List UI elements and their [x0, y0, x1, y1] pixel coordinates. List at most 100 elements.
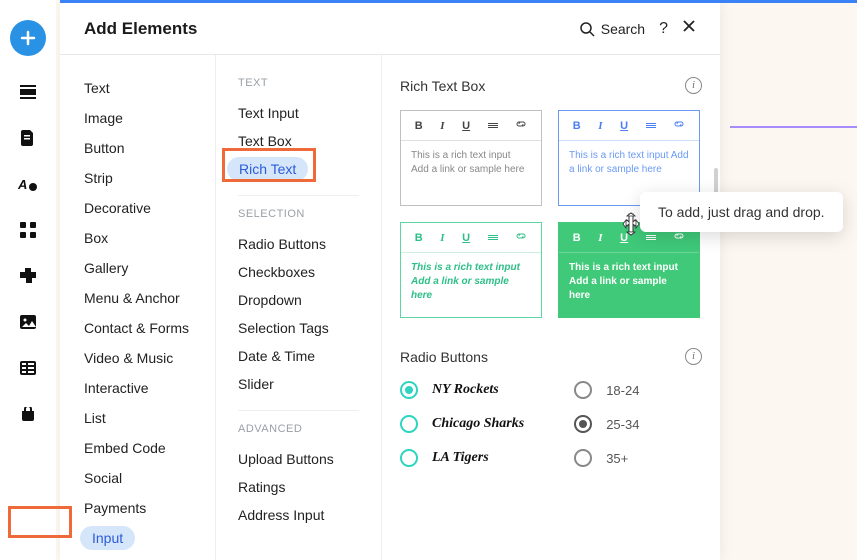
category-decorative[interactable]: Decorative	[60, 193, 215, 223]
thumb-text: This is a rich text inputAdd a link or s…	[401, 141, 541, 205]
subcategory-column: TEXT Text Input Text Box Rich Text SELEC…	[216, 55, 382, 560]
sub-address-input[interactable]: Address Input	[216, 501, 381, 529]
text-style-icon[interactable]: A	[18, 174, 38, 194]
category-embed-code[interactable]: Embed Code	[60, 433, 215, 463]
divider	[238, 410, 359, 411]
rich-text-thumb-1[interactable]: B I U This is a rich text inputAdd a lin…	[400, 110, 542, 206]
italic-icon: I	[440, 120, 444, 132]
bold-icon: B	[415, 120, 423, 132]
radio-title: Radio Buttons	[400, 349, 488, 365]
search-icon	[579, 21, 595, 37]
media-icon[interactable]	[18, 312, 38, 332]
underline-icon: U	[620, 120, 628, 132]
divider	[238, 195, 359, 196]
category-gallery[interactable]: Gallery	[60, 253, 215, 283]
category-video-music[interactable]: Video & Music	[60, 343, 215, 373]
radio-group-a[interactable]: NY Rockets Chicago Sharks LA Tigers	[400, 381, 524, 467]
apps-icon[interactable]	[18, 220, 38, 240]
radio-icon	[574, 415, 592, 433]
svg-text:A: A	[18, 177, 27, 192]
radio-label: NY Rockets	[432, 382, 499, 398]
section-label-selection: SELECTION	[216, 208, 381, 230]
sub-date-time[interactable]: Date & Time	[216, 342, 381, 370]
sub-dropdown[interactable]: Dropdown	[216, 286, 381, 314]
sub-slider[interactable]: Slider	[216, 370, 381, 398]
radio-label: 35+	[606, 451, 628, 466]
category-image[interactable]: Image	[60, 103, 215, 133]
underline-icon: U	[462, 232, 470, 244]
bold-icon: B	[573, 120, 581, 132]
category-text[interactable]: Text	[60, 73, 215, 103]
link-icon	[673, 230, 685, 245]
category-strip[interactable]: Strip	[60, 163, 215, 193]
bold-icon: B	[573, 232, 581, 244]
align-icon	[488, 235, 498, 240]
radio-group-b[interactable]: 18-24 25-34 35+	[574, 381, 639, 467]
drag-tooltip: To add, just drag and drop.	[640, 192, 843, 232]
store-icon[interactable]	[18, 404, 38, 424]
align-icon	[646, 235, 656, 240]
add-elements-button[interactable]	[10, 20, 46, 56]
category-menu-anchor[interactable]: Menu & Anchor	[60, 283, 215, 313]
radio-label: LA Tigers	[432, 450, 489, 466]
category-column: Text Image Button Strip Decorative Box G…	[60, 55, 216, 560]
category-social[interactable]: Social	[60, 463, 215, 493]
add-elements-panel: Add Elements Search ? Text Image Button …	[60, 3, 720, 560]
rich-text-thumb-4[interactable]: B I U This is a rich text input Add a li…	[558, 222, 700, 318]
sub-upload-buttons[interactable]: Upload Buttons	[216, 445, 381, 473]
search-label: Search	[601, 21, 645, 37]
rich-text-title: Rich Text Box	[400, 78, 485, 94]
plugin-icon[interactable]	[18, 266, 38, 286]
search-button[interactable]: Search	[579, 21, 645, 37]
section-label-text: TEXT	[216, 77, 381, 99]
category-payments[interactable]: Payments	[60, 493, 215, 523]
info-icon[interactable]: i	[685, 77, 702, 94]
radio-icon	[574, 449, 592, 467]
radio-label: 25-34	[606, 417, 639, 432]
data-icon[interactable]	[18, 358, 38, 378]
toolbar: B I U	[559, 111, 699, 141]
category-button[interactable]: Button	[60, 133, 215, 163]
underline-icon: U	[462, 120, 470, 132]
sub-text-input[interactable]: Text Input	[216, 99, 381, 127]
toolbar: B I U	[401, 223, 541, 253]
bold-icon: B	[415, 232, 423, 244]
sub-checkboxes[interactable]: Checkboxes	[216, 258, 381, 286]
radio-icon	[400, 449, 418, 467]
sub-ratings[interactable]: Ratings	[216, 473, 381, 501]
left-rail: A	[0, 0, 56, 560]
info-icon[interactable]: i	[685, 348, 702, 365]
category-interactive[interactable]: Interactive	[60, 373, 215, 403]
category-cms[interactable]: CMS	[60, 553, 215, 560]
thumb-text: This is a rich text inputAdd a link or s…	[401, 253, 541, 317]
section-icon[interactable]	[18, 82, 38, 102]
radio-icon	[400, 415, 418, 433]
link-icon	[673, 118, 685, 133]
category-input[interactable]: Input	[60, 523, 215, 553]
help-button[interactable]: ?	[659, 20, 668, 38]
italic-icon: I	[598, 232, 602, 244]
align-icon	[488, 123, 498, 128]
toolbar: B I U	[401, 111, 541, 141]
category-contact-forms[interactable]: Contact & Forms	[60, 313, 215, 343]
close-button[interactable]	[682, 19, 696, 38]
thumb-text: This is a rich text input Add a link or …	[559, 253, 699, 317]
sub-selection-tags[interactable]: Selection Tags	[216, 314, 381, 342]
rich-text-thumb-3[interactable]: B I U This is a rich text inputAdd a lin…	[400, 222, 542, 318]
highlight-input	[8, 506, 72, 538]
preview-column: Rich Text Box i B I U This is a rich tex…	[382, 55, 720, 560]
panel-title: Add Elements	[84, 19, 197, 39]
link-icon	[515, 118, 527, 133]
italic-icon: I	[440, 232, 444, 244]
radio-label: Chicago Sharks	[432, 416, 524, 432]
highlight-rich-text	[222, 148, 316, 182]
category-box[interactable]: Box	[60, 223, 215, 253]
radio-icon	[574, 381, 592, 399]
panel-header: Add Elements Search ?	[60, 3, 720, 55]
underline-icon: U	[620, 232, 628, 244]
category-list[interactable]: List	[60, 403, 215, 433]
page-icon[interactable]	[18, 128, 38, 148]
sub-radio-buttons[interactable]: Radio Buttons	[216, 230, 381, 258]
radio-icon	[400, 381, 418, 399]
section-label-advanced: ADVANCED	[216, 423, 381, 445]
